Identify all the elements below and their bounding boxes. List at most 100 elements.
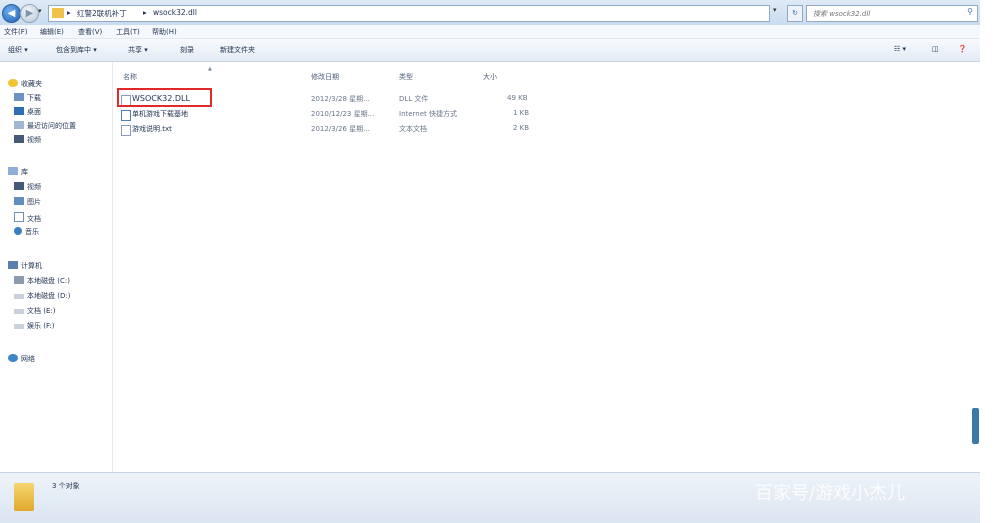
- organize-button[interactable]: 组织 ▾: [8, 45, 28, 55]
- nav-item-videos-favorite[interactable]: 视频: [14, 135, 41, 147]
- burn-button[interactable]: 刻录: [180, 45, 194, 55]
- menu-bar: 文件(F) 编辑(E) 查看(V) 工具(T) 帮助(H): [0, 25, 980, 39]
- window-edge-fragment: [972, 408, 979, 444]
- file-date: 2012/3/28 星期...: [311, 95, 370, 103]
- breadcrumb-item[interactable]: wsock32.dll: [153, 8, 197, 17]
- sort-ascending-icon: ▲: [208, 66, 212, 72]
- nav-label: 下载: [27, 94, 41, 102]
- nav-label: 文档: [27, 215, 41, 223]
- file-row[interactable]: 单机游戏下载基地 2010/12/23 星期... Internet 快捷方式 …: [119, 109, 539, 121]
- folder-icon: [14, 483, 34, 511]
- recent-pages-dropdown[interactable]: ▾: [38, 7, 42, 15]
- nav-label: 视频: [27, 136, 41, 144]
- nav-item-drive-f[interactable]: 娱乐 (F:): [14, 321, 55, 333]
- menu-help[interactable]: 帮助(H): [152, 27, 177, 37]
- file-type: 文本文档: [399, 125, 427, 133]
- recent-places-icon: [14, 121, 24, 129]
- menu-file[interactable]: 文件(F): [4, 27, 28, 37]
- watermark: 百家号/游戏小杰儿: [755, 483, 906, 504]
- page-edge: [980, 0, 996, 523]
- highlight-box: [117, 88, 212, 107]
- file-type: DLL 文件: [399, 95, 429, 103]
- search-input[interactable]: [811, 6, 955, 21]
- network-icon: [8, 354, 18, 362]
- breadcrumb-arrow: ▸: [67, 8, 71, 17]
- computer-icon: [8, 261, 18, 269]
- nav-libraries[interactable]: 库: [8, 167, 28, 179]
- star-icon: [8, 79, 18, 87]
- help-icon[interactable]: ❓: [958, 45, 967, 53]
- nav-item-recent-places[interactable]: 最近访问的位置: [14, 121, 76, 133]
- file-size: 49 KB: [507, 94, 528, 102]
- nav-computer-label: 计算机: [21, 262, 42, 270]
- include-in-library-button[interactable]: 包含到库中 ▾: [56, 45, 97, 55]
- file-row[interactable]: 游戏说明.txt 2012/3/26 星期... 文本文档 2 KB: [119, 124, 539, 136]
- nav-label: 文档 (E:): [27, 307, 56, 315]
- navigation-pane: 收藏夹 下载 桌面 最近访问的位置 视频 库 视频 图片 文档 音乐 计算机 本…: [0, 62, 113, 472]
- nav-favorites-label: 收藏夹: [21, 80, 42, 88]
- folder-icon: [52, 8, 64, 18]
- nav-item-pictures[interactable]: 图片: [14, 197, 41, 209]
- nav-computer[interactable]: 计算机: [8, 261, 42, 273]
- address-bar: ◀ ▶ ▾ ▸ 红警2联机补丁 ▸ wsock32.dll ▾ ↻ ⚲: [0, 0, 980, 25]
- view-options-icon[interactable]: ☷ ▾: [894, 45, 906, 53]
- forward-button[interactable]: ▶: [20, 4, 39, 23]
- video-icon: [14, 135, 24, 143]
- nav-label: 图片: [27, 198, 41, 206]
- address-dropdown[interactable]: ▾: [773, 6, 777, 14]
- column-header-date[interactable]: 修改日期: [311, 72, 339, 82]
- file-size: 1 KB: [513, 109, 530, 117]
- refresh-button[interactable]: ↻: [787, 5, 803, 22]
- nav-label: 视频: [27, 183, 41, 191]
- file-date: 2012/3/26 星期...: [311, 125, 370, 133]
- file-list-pane: ▲ 名称 修改日期 类型 大小 WSOCK32.DLL 2012/3/28 星期…: [113, 62, 973, 472]
- nav-item-downloads[interactable]: 下载: [14, 93, 41, 105]
- search-box[interactable]: ⚲: [806, 5, 978, 22]
- nav-item-desktop[interactable]: 桌面: [14, 107, 41, 119]
- menu-tools[interactable]: 工具(T): [116, 27, 140, 37]
- system-drive-icon: [14, 276, 24, 284]
- desktop-icon: [14, 107, 24, 115]
- explorer-window: ◀ ▶ ▾ ▸ 红警2联机补丁 ▸ wsock32.dll ▾ ↻ ⚲ 文件(F…: [0, 0, 980, 523]
- nav-item-drive-d[interactable]: 本地磁盘 (D:): [14, 291, 70, 303]
- file-name: 单机游戏下载基地: [132, 110, 188, 118]
- nav-network[interactable]: 网络: [8, 354, 35, 366]
- nav-libraries-label: 库: [21, 168, 28, 176]
- shortcut-file-icon: [121, 110, 131, 121]
- library-icon: [8, 167, 18, 175]
- nav-label: 桌面: [27, 108, 41, 116]
- text-file-icon: [121, 125, 131, 136]
- menu-edit[interactable]: 编辑(E): [40, 27, 64, 37]
- file-type: Internet 快捷方式: [399, 110, 458, 118]
- drive-icon: [14, 294, 24, 299]
- document-icon: [14, 212, 24, 222]
- preview-pane-icon[interactable]: ◫: [932, 45, 939, 53]
- nav-item-documents[interactable]: 文档: [14, 212, 41, 224]
- nav-favorites[interactable]: 收藏夹: [8, 79, 42, 91]
- file-name: 游戏说明.txt: [132, 125, 172, 133]
- nav-item-drive-c[interactable]: 本地磁盘 (C:): [14, 276, 70, 288]
- nav-label: 本地磁盘 (D:): [27, 292, 71, 300]
- file-date: 2010/12/23 星期...: [311, 110, 375, 118]
- menu-view[interactable]: 查看(V): [78, 27, 102, 37]
- nav-item-music[interactable]: 音乐: [14, 227, 39, 239]
- new-folder-button[interactable]: 新建文件夹: [220, 45, 255, 55]
- nav-item-videos[interactable]: 视频: [14, 182, 41, 194]
- back-button[interactable]: ◀: [2, 4, 21, 23]
- breadcrumb-item[interactable]: 红警2联机补丁: [77, 8, 127, 19]
- nav-item-drive-e[interactable]: 文档 (E:): [14, 306, 55, 318]
- picture-icon: [14, 197, 24, 205]
- column-header-name[interactable]: 名称: [123, 72, 137, 82]
- item-count: 3 个对象: [52, 482, 80, 490]
- music-icon: [14, 227, 22, 235]
- share-button[interactable]: 共享 ▾: [128, 45, 148, 55]
- video-icon: [14, 182, 24, 190]
- nav-label: 音乐: [25, 228, 39, 236]
- drive-icon: [14, 324, 24, 329]
- column-header-type[interactable]: 类型: [399, 72, 413, 82]
- address-box[interactable]: ▸ 红警2联机补丁 ▸ wsock32.dll: [48, 5, 770, 22]
- column-header-size[interactable]: 大小: [483, 72, 497, 82]
- search-icon[interactable]: ⚲: [967, 7, 973, 16]
- nav-label: 本地磁盘 (C:): [27, 277, 70, 285]
- nav-label: 最近访问的位置: [27, 122, 76, 130]
